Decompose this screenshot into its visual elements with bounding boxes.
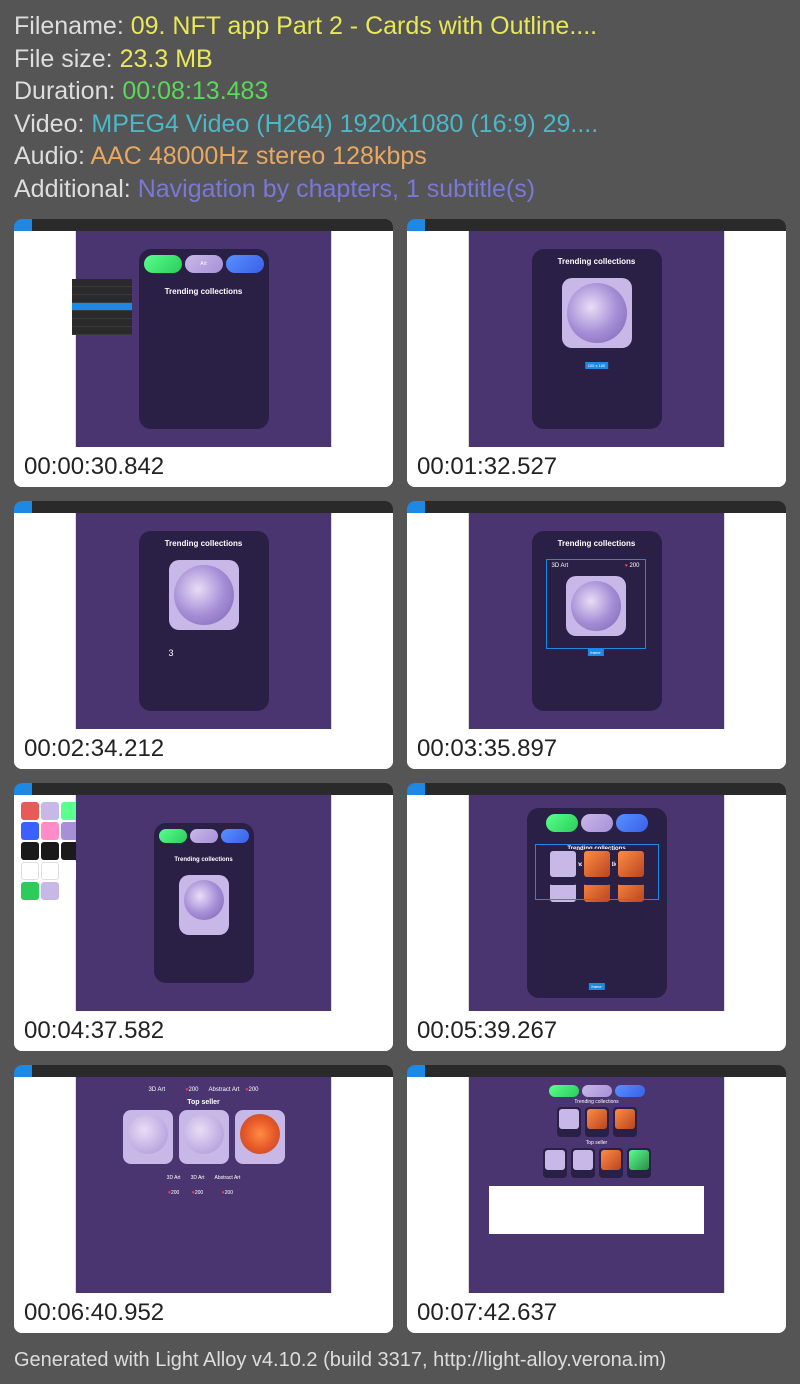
thumbnail-image: Trending collections 3 bbox=[14, 501, 393, 729]
trending-label: Trending collections bbox=[154, 849, 254, 871]
thumbnail-card[interactable]: Trending collections 3 00:02:34.212 bbox=[14, 501, 393, 769]
thumbnail-card[interactable]: 3D Art♥200 Abstract Art♥200 Top seller 3… bbox=[14, 1065, 393, 1333]
likes: 200 bbox=[629, 563, 639, 569]
thumbnail-card[interactable]: Trending collections Trending collection… bbox=[407, 783, 786, 1051]
asset-panel bbox=[18, 799, 71, 903]
filename-row: Filename: 09. NFT app Part 2 - Cards wit… bbox=[14, 10, 786, 43]
video-label: Video: bbox=[14, 110, 91, 138]
trending-label: Trending collections bbox=[532, 249, 662, 274]
extra-text: 3 bbox=[139, 648, 269, 658]
filesize-label: File size: bbox=[14, 45, 120, 73]
section-label: Top seller bbox=[76, 1099, 331, 1106]
audio-label: Audio: bbox=[14, 142, 90, 170]
timestamp: 00:00:30.842 bbox=[14, 447, 393, 487]
duration-label: Duration: bbox=[14, 77, 122, 105]
audio-row: Audio: AAC 48000Hz stereo 128kbps bbox=[14, 140, 786, 173]
thumbnail-image: Art Trending collections bbox=[14, 219, 393, 447]
thumbnail-card[interactable]: Trending collections Top seller bbox=[407, 1065, 786, 1333]
trending-label: Trending collections bbox=[139, 531, 269, 556]
filename-label: Filename: bbox=[14, 12, 131, 40]
thumbnail-image: Trending collections Trending collection… bbox=[407, 783, 786, 1011]
footer-text: Generated with Light Alloy v4.10.2 (buil… bbox=[0, 1341, 800, 1384]
duration-row: Duration: 00:08:13.483 bbox=[14, 75, 786, 108]
additional-row: Additional: Navigation by chapters, 1 su… bbox=[14, 173, 786, 206]
timestamp: 00:02:34.212 bbox=[14, 729, 393, 769]
trending-label: Trending collections bbox=[469, 1099, 724, 1105]
filename-value: 09. NFT app Part 2 - Cards with Outline.… bbox=[131, 12, 597, 40]
thumbnail-card[interactable]: Art Trending collections 00:00:30.842 bbox=[14, 219, 393, 487]
thumbnail-image: Trending collections Top seller bbox=[407, 1065, 786, 1293]
metadata-header: Filename: 09. NFT app Part 2 - Cards wit… bbox=[0, 0, 800, 211]
thumbnail-image: Trending collections bbox=[14, 783, 393, 1011]
timestamp: 00:04:37.582 bbox=[14, 1011, 393, 1051]
timestamp: 00:05:39.267 bbox=[407, 1011, 786, 1051]
audio-value: AAC 48000Hz stereo 128kbps bbox=[90, 142, 426, 170]
label-3d: 3D Art bbox=[552, 563, 569, 569]
timestamp: 00:06:40.952 bbox=[14, 1293, 393, 1333]
thumbnail-image: 3D Art♥200 Abstract Art♥200 Top seller 3… bbox=[14, 1065, 393, 1293]
filesize-value: 23.3 MB bbox=[120, 45, 213, 73]
section-label: Top seller bbox=[469, 1140, 724, 1146]
context-menu bbox=[72, 279, 132, 335]
timestamp: 00:07:42.637 bbox=[407, 1293, 786, 1333]
trending-label: Trending collections bbox=[532, 531, 662, 556]
timestamp: 00:03:35.897 bbox=[407, 729, 786, 769]
additional-value: Navigation by chapters, 1 subtitle(s) bbox=[138, 175, 535, 203]
filesize-row: File size: 23.3 MB bbox=[14, 43, 786, 76]
category-label: Art bbox=[185, 255, 223, 273]
thumbnail-image: Trending collections 3D Art ♥ 200 frame bbox=[407, 501, 786, 729]
thumbnail-image: Trending collections 100 x 100 bbox=[407, 219, 786, 447]
trending-label: Trending collections bbox=[139, 279, 269, 304]
thumbnail-card[interactable]: Trending collections 3D Art ♥ 200 frame bbox=[407, 501, 786, 769]
additional-label: Additional: bbox=[14, 175, 138, 203]
thumbnail-card[interactable]: Trending collections 00:04:37.582 bbox=[14, 783, 393, 1051]
thumbnail-grid: Art Trending collections 00:00:30.842 Tr… bbox=[0, 211, 800, 1341]
video-row: Video: MPEG4 Video (H264) 1920x1080 (16:… bbox=[14, 108, 786, 141]
thumbnail-card[interactable]: Trending collections 100 x 100 00:01:32.… bbox=[407, 219, 786, 487]
video-value: MPEG4 Video (H264) 1920x1080 (16:9) 29..… bbox=[91, 110, 598, 138]
timestamp: 00:01:32.527 bbox=[407, 447, 786, 487]
duration-value: 00:08:13.483 bbox=[122, 77, 268, 105]
